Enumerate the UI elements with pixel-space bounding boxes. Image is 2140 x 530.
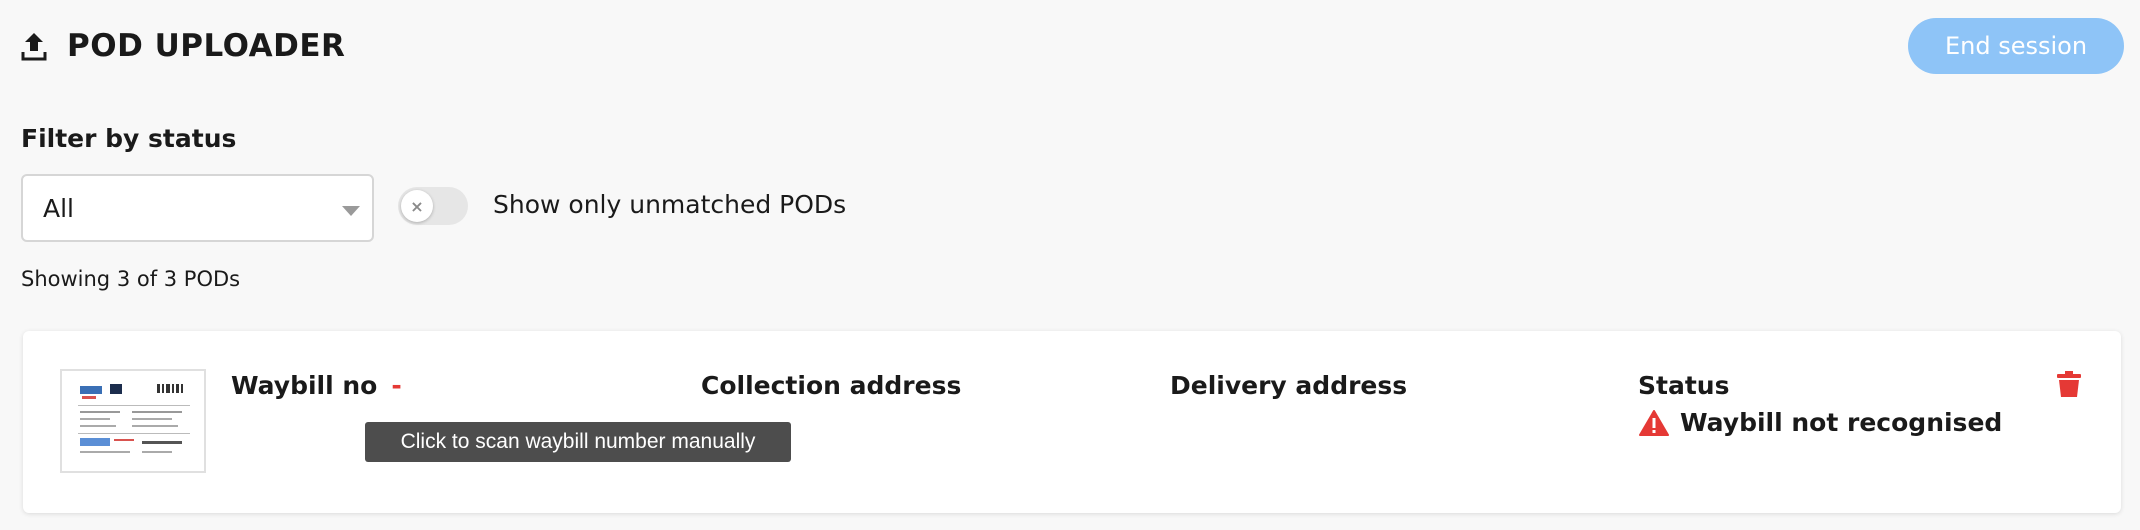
status-heading: Status: [1638, 371, 1730, 400]
pod-uploader-app: POD UPLOADER End session Filter by statu…: [0, 0, 2140, 530]
chevron-down-icon: [342, 206, 360, 216]
page-header: POD UPLOADER: [21, 18, 345, 74]
unmatched-toggle-label: Show only unmatched PODs: [493, 190, 847, 219]
status-row: Waybill not recognised: [1638, 408, 2002, 437]
delivery-address-heading: Delivery address: [1170, 371, 1408, 400]
filter-label: Filter by status: [21, 124, 237, 153]
status-filter-value: All: [43, 193, 74, 223]
trash-icon[interactable]: [2056, 370, 2082, 398]
collection-address-heading: Collection address: [701, 371, 962, 400]
scan-waybill-tooltip: Click to scan waybill number manually: [365, 422, 791, 462]
toggle-off-icon: ×: [401, 190, 433, 222]
page-title: POD UPLOADER: [67, 28, 346, 64]
warning-icon: [1638, 409, 1670, 437]
unmatched-toggle[interactable]: ×: [398, 187, 468, 225]
end-session-button[interactable]: End session: [1908, 18, 2124, 74]
waybill-value[interactable]: -: [391, 371, 401, 400]
waybill-label: Waybill no: [231, 371, 378, 400]
status-text: Waybill not recognised: [1680, 408, 2003, 437]
status-filter-select[interactable]: All: [21, 174, 374, 242]
upload-icon: [21, 29, 51, 63]
waybill-heading: Waybill no -: [231, 371, 402, 400]
results-count: Showing 3 of 3 PODs: [21, 267, 241, 291]
pod-card: Waybill no - Collection address Delivery …: [23, 331, 2121, 513]
pod-thumbnail[interactable]: [60, 369, 206, 473]
